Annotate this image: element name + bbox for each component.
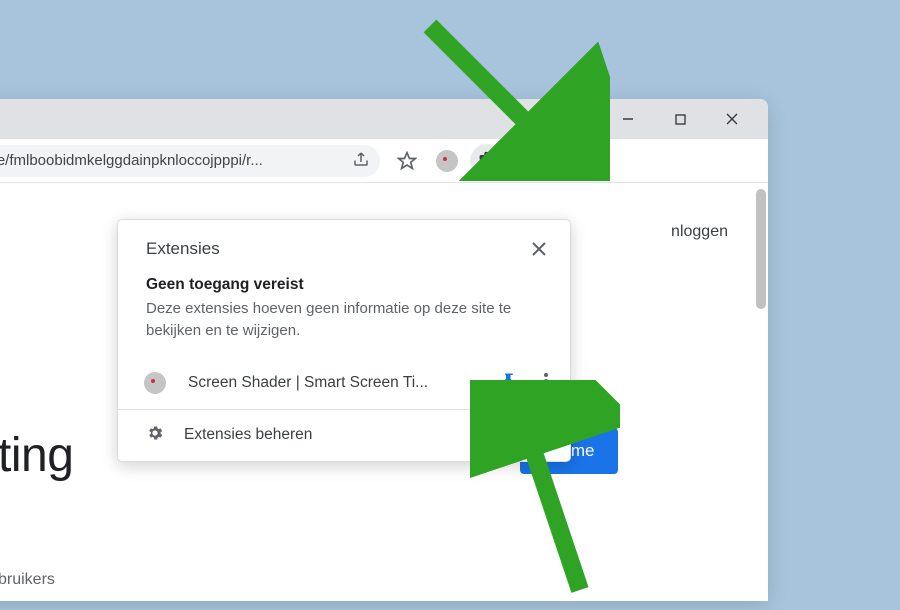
extension-row-label: Screen Shader | Smart Screen Ti... (182, 374, 484, 392)
minimize-button[interactable] (606, 103, 650, 135)
login-link[interactable]: nloggen (671, 223, 728, 241)
popup-subtitle: Geen toegang vereist (146, 276, 542, 294)
scrollbar-thumb[interactable] (756, 189, 766, 309)
popup-title: Extensies (146, 239, 220, 259)
manage-extensions-label: Extensies beheren (184, 426, 312, 444)
browser-window: cree/fmlboobidmkelggdainpknloccojpppi/r.… (0, 99, 768, 601)
popup-description: Deze extensies hoeven geen informatie op… (146, 298, 542, 342)
page-heading-fragment: ting (0, 428, 73, 483)
browser-toolbar: cree/fmlboobidmkelggdainpknloccojpppi/r.… (0, 139, 768, 183)
extension-row-icon (144, 372, 166, 394)
maximize-button[interactable] (658, 103, 702, 135)
share-icon[interactable] (352, 150, 370, 172)
url-text: cree/fmlboobidmkelggdainpknloccojpppi/r.… (0, 152, 344, 169)
popup-section: Geen toegang vereist Deze extensies hoev… (118, 272, 570, 360)
popup-close-button[interactable] (524, 234, 554, 264)
annotation-arrow-extensions (400, 6, 610, 181)
annotation-arrow-pin (470, 380, 620, 610)
window-titlebar (0, 99, 768, 139)
users-text-fragment: bruikers (0, 571, 55, 589)
close-window-button[interactable] (710, 103, 754, 135)
gear-icon (146, 424, 164, 447)
address-bar[interactable]: cree/fmlboobidmkelggdainpknloccojpppi/r.… (0, 145, 380, 177)
popup-header: Extensies (118, 220, 570, 272)
